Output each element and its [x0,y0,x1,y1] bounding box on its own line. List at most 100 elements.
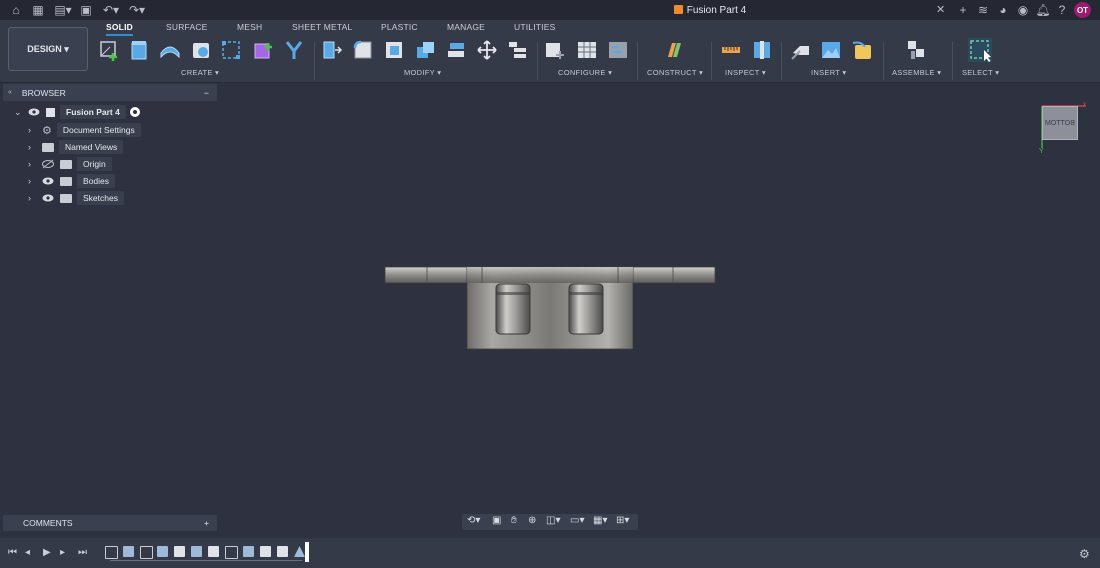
tree-item-sketches[interactable]: › Sketches [28,191,124,205]
tree-item-document-settings[interactable]: › ⚙ Document Settings [28,123,141,137]
extensions-icon[interactable]: ≋ [976,2,990,18]
new-component-icon[interactable] [905,39,927,61]
tab-solid[interactable]: SOLID [106,22,133,36]
tree-item-origin[interactable]: › Origin [28,157,112,171]
help-icon[interactable]: ? [1055,2,1069,18]
configuration-rules-icon[interactable] [607,39,629,61]
chevron-right-icon[interactable]: › [28,193,38,203]
section-analysis-icon[interactable] [751,39,773,61]
pan-icon[interactable]: ✋︎ [511,515,517,526]
insert-derive-icon[interactable] [790,39,812,61]
timeline-fillet-icon[interactable] [174,546,185,557]
group-modify-label[interactable]: MODIFY ▾ [404,68,441,77]
grid-menu-icon[interactable]: ▦ [30,2,46,18]
fit-icon[interactable]: ◫▾ [546,515,560,526]
minimize-browser-icon[interactable]: − [204,88,209,98]
new-tab-icon[interactable]: + [956,2,970,18]
insert-canvas-icon[interactable] [820,39,842,61]
orbit-icon[interactable]: ⟲▾ [467,515,480,526]
collapse-panel-icon[interactable]: « [8,89,12,96]
group-create-label[interactable]: CREATE ▾ [181,68,219,77]
notifications-icon[interactable]: 🔔︎ [1035,2,1050,18]
timeline-sketch-icon[interactable] [140,546,153,559]
look-at-icon[interactable]: ▣ [492,515,501,526]
derive-icon[interactable] [283,39,305,61]
fillet-icon[interactable] [352,39,374,61]
tab-utilities[interactable]: UTILITIES [514,22,555,32]
viewports-icon[interactable]: ⊞▾ [616,515,629,526]
timeline-settings-gear-icon[interactable]: ⚙ [1079,547,1090,561]
home-icon[interactable]: ⌂ [8,2,24,18]
go-to-end-icon[interactable]: ⏭ [78,547,87,558]
tab-plastic[interactable]: PLASTIC [381,22,418,32]
group-construct-label[interactable]: CONSTRUCT ▾ [647,68,703,77]
combine-icon[interactable] [414,39,436,61]
model-body[interactable] [380,262,720,356]
timeline-shell-icon[interactable] [277,546,288,557]
change-parameters-icon[interactable] [506,39,528,61]
sweep-icon[interactable] [190,39,212,61]
job-status-icon[interactable]: ◕ [996,2,1010,18]
activate-radio-icon[interactable] [129,107,140,117]
group-assemble-label[interactable]: ASSEMBLE ▾ [892,68,941,77]
tab-surface[interactable]: SURFACE [166,22,208,32]
revolve-icon[interactable] [159,39,181,61]
save-icon[interactable]: ▣ [78,2,94,18]
offset-face-icon[interactable] [445,39,467,61]
chevron-right-icon[interactable]: › [28,125,38,135]
undo-icon[interactable]: ↶▾ [100,2,122,18]
avatar[interactable]: OT [1074,2,1091,18]
timeline-sketch-icon[interactable] [225,546,238,559]
tab-mesh[interactable]: MESH [237,22,262,32]
timeline-fillet-icon[interactable] [208,546,219,557]
zoom-icon[interactable]: ⊕ [528,515,536,526]
timeline-marker[interactable] [305,542,309,562]
group-inspect-label[interactable]: INSPECT ▾ [725,68,766,77]
browser-header[interactable]: « BROWSER − [3,84,217,101]
hidden-eye-icon[interactable] [42,159,54,169]
group-insert-label[interactable]: INSERT ▾ [811,68,847,77]
online-status-icon[interactable]: ◉ [1016,2,1030,18]
timeline-sketch-icon[interactable] [105,546,118,559]
go-to-start-icon[interactable]: ⏮ [8,547,17,558]
timeline-extrude-icon[interactable] [191,546,202,557]
configure-model-icon[interactable] [544,39,566,61]
document-tab[interactable]: Fusion Part 4 [470,0,950,20]
tab-sheet-metal[interactable]: SHEET METAL [292,22,352,32]
timeline-extrude-icon[interactable] [243,546,254,557]
measure-icon[interactable] [720,39,742,61]
create-form-icon[interactable] [252,39,274,61]
extrude-icon[interactable] [128,39,150,61]
timeline-shell-icon[interactable] [260,546,271,557]
workspace-switcher[interactable]: DESIGN ▾ [8,27,88,71]
construct-plane-icon[interactable] [663,39,685,61]
view-cube[interactable]: BOTTOM [1042,106,1078,140]
insert-mcmaster-icon[interactable] [851,39,873,61]
step-back-icon[interactable]: ◂ [25,547,30,558]
chevron-down-icon[interactable]: ⌄ [14,107,24,118]
tree-item-named-views[interactable]: › Named Views [28,140,124,154]
configuration-table-icon[interactable] [576,39,598,61]
press-pull-icon[interactable] [321,39,343,61]
chevron-right-icon[interactable]: › [28,142,38,152]
shell-icon[interactable] [383,39,405,61]
play-icon[interactable]: ▶ [43,547,51,558]
comments-panel[interactable]: COMMENTS + [3,515,217,531]
group-select-label[interactable]: SELECT ▾ [962,68,999,77]
step-forward-icon[interactable]: ▸ [60,547,65,558]
file-menu-icon[interactable]: ▤▾ [52,2,74,18]
grid-snaps-icon[interactable]: ▦▾ [593,515,607,526]
move-copy-icon[interactable] [476,39,498,61]
redo-icon[interactable]: ↷▾ [126,2,148,18]
visibility-eye-icon[interactable] [42,193,54,203]
visibility-eye-icon[interactable] [28,107,40,117]
timeline-extrude-icon[interactable] [123,546,134,557]
tab-manage[interactable]: MANAGE [447,22,485,32]
tree-root[interactable]: ⌄ Fusion Part 4 [14,105,140,119]
group-configure-label[interactable]: CONFIGURE ▾ [558,68,612,77]
visibility-eye-icon[interactable] [42,176,54,186]
close-tab-icon[interactable]: ✕ [936,3,945,16]
timeline-draft-icon[interactable] [294,546,305,557]
tree-item-bodies[interactable]: › Bodies [28,174,115,188]
rectangular-pattern-icon[interactable] [220,39,242,61]
